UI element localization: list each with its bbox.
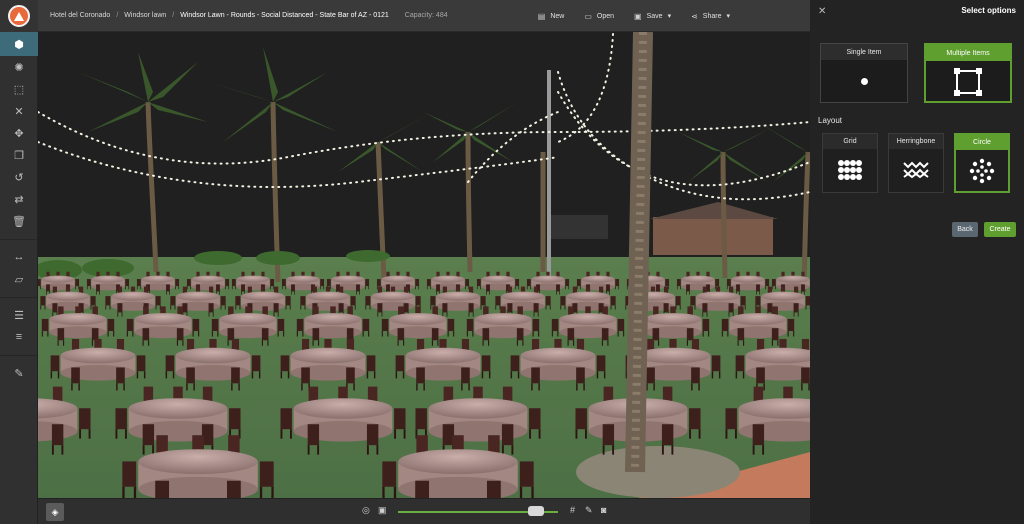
swap-tool[interactable]: ⇄: [0, 188, 38, 210]
object-tool[interactable]: ⬢: [0, 32, 38, 56]
single-item-label: Single Item: [821, 44, 907, 60]
back-button[interactable]: Back: [952, 222, 978, 237]
distribute-tool[interactable]: ≡: [0, 326, 38, 348]
distribute-icon: ≡: [15, 331, 23, 343]
circle-label: Circle: [956, 135, 1008, 150]
save-button-label: Save: [646, 12, 663, 20]
breadcrumb: Hotel del Coronado / Windsor lawn / Wind…: [38, 12, 448, 19]
folder-icon: ▭: [584, 11, 592, 21]
toolbar-divider: [0, 348, 37, 356]
breadcrumb-venue[interactable]: Hotel del Coronado: [50, 12, 110, 19]
ruler-icon: ▱: [14, 273, 24, 286]
breadcrumb-separator: /: [172, 12, 175, 19]
cube-icon: ⬢: [14, 38, 24, 51]
camera-icon[interactable]: ◙: [601, 505, 606, 515]
undo-tool[interactable]: ↺: [0, 166, 38, 188]
share-button-label: Share: [702, 12, 722, 20]
toolbar-divider: [0, 290, 37, 298]
notes-tool[interactable]: ✎: [0, 362, 38, 384]
layout-grid[interactable]: Grid: [822, 133, 878, 193]
layout-options: Grid Herringbone Circle: [822, 133, 1010, 193]
new-file-icon: ▤: [537, 11, 546, 21]
chevron-down-icon: ▾: [667, 13, 672, 20]
floorplan-icon[interactable]: ▣: [378, 505, 387, 516]
herringbone-label: Herringbone: [889, 134, 943, 149]
create-button[interactable]: Create: [984, 222, 1016, 237]
sun-icon: ✺: [14, 61, 24, 74]
grid-icon[interactable]: #: [570, 505, 575, 515]
delete-tool[interactable]: ✕: [0, 100, 38, 122]
select-area-tool[interactable]: ⬚: [0, 78, 38, 100]
zoom-slider-handle[interactable]: [528, 506, 544, 516]
align-icon: ☰: [14, 309, 24, 322]
copy-icon: ❐: [14, 149, 24, 162]
single-item-option[interactable]: Single Item: [820, 43, 908, 103]
move-tool[interactable]: ✥: [0, 122, 38, 144]
open-button-label: Open: [596, 12, 615, 20]
app-window: Hotel del Coronado / Windsor lawn / Wind…: [0, 0, 1024, 524]
share-button[interactable]: ⋖ Share ▾: [691, 12, 730, 21]
close-icon[interactable]: ✕: [818, 6, 826, 17]
single-dot-icon: [860, 77, 868, 85]
top-bar: Hotel del Coronado / Windsor lawn / Wind…: [38, 0, 810, 32]
multiple-items-preview: [926, 61, 1010, 103]
ruler-icon[interactable]: ✎: [585, 505, 593, 516]
layout-heading: Layout: [818, 116, 843, 125]
trash-tool[interactable]: 🗑: [0, 210, 38, 232]
new-button-label: New: [550, 12, 565, 20]
circle-icon: [956, 150, 1008, 192]
multi-select-icon: [954, 68, 982, 96]
options-panel: ✕ Select options Single Item Multiple It…: [810, 0, 1024, 524]
undo-icon: ↺: [14, 171, 24, 184]
swap-icon: ⇄: [14, 193, 24, 206]
layers-icon: ◈: [51, 506, 59, 517]
capacity-label: Capacity: 484: [404, 12, 448, 19]
move-icon: ✥: [14, 127, 24, 140]
scene-viewport[interactable]: [38, 32, 810, 498]
toolbar-divider: [0, 232, 37, 240]
bottom-bar: ◈ ◎ ▣ # ✎ ◙: [38, 498, 810, 524]
save-button[interactable]: ▣ Save ▾: [634, 12, 671, 21]
target-icon[interactable]: ◎: [362, 505, 370, 516]
trash-icon: 🗑: [12, 215, 26, 228]
selection-mode-group: Single Item Multiple Items: [820, 43, 1012, 103]
save-icon: ▣: [634, 11, 642, 21]
brand-logo[interactable]: [0, 0, 38, 32]
left-toolbar: ⬢ ✺ ⬚ ✕ ✥ ❐ ↺ ⇄ 🗑 ↔ ▱ ☰ ≡ ✎: [0, 32, 38, 524]
logo-mark: [14, 11, 24, 21]
measure-icon: ↔: [13, 251, 25, 263]
measure-tool[interactable]: ↔: [0, 246, 38, 268]
chevron-down-icon: ▾: [726, 13, 730, 20]
breadcrumb-separator: /: [116, 12, 119, 19]
single-item-preview: [821, 60, 907, 102]
duplicate-tool[interactable]: ❐: [0, 144, 38, 166]
layout-circle[interactable]: Circle: [954, 133, 1010, 193]
multiple-items-label: Multiple Items: [926, 45, 1010, 61]
new-button[interactable]: ▤ New: [538, 12, 565, 21]
herringbone-icon: [889, 149, 943, 191]
close-icon: ✕: [14, 105, 24, 118]
scene-render: [38, 32, 810, 498]
share-icon: ⋖: [691, 11, 698, 21]
breadcrumb-plan: Windsor Lawn - Rounds - Social Distanced…: [180, 12, 389, 19]
ruler-tool[interactable]: ▱: [0, 268, 38, 290]
grid-label: Grid: [823, 134, 877, 149]
align-tool[interactable]: ☰: [0, 304, 38, 326]
panel-title: Select options: [961, 6, 1016, 15]
file-actions: ▤ New ▭ Open ▣ Save ▾ ⋖ Share ▾: [538, 0, 730, 32]
edit-icon: ✎: [14, 367, 24, 380]
layout-herringbone[interactable]: Herringbone: [888, 133, 944, 193]
breadcrumb-space[interactable]: Windsor lawn: [124, 12, 166, 19]
grid-icon: [823, 149, 877, 191]
lighting-tool[interactable]: ✺: [0, 56, 38, 78]
open-button[interactable]: ▭ Open: [584, 12, 614, 21]
layers-button[interactable]: ◈: [46, 503, 64, 521]
multiple-items-option[interactable]: Multiple Items: [924, 43, 1012, 103]
logo-disc: [8, 5, 30, 27]
bounding-box-icon: ⬚: [13, 83, 25, 96]
